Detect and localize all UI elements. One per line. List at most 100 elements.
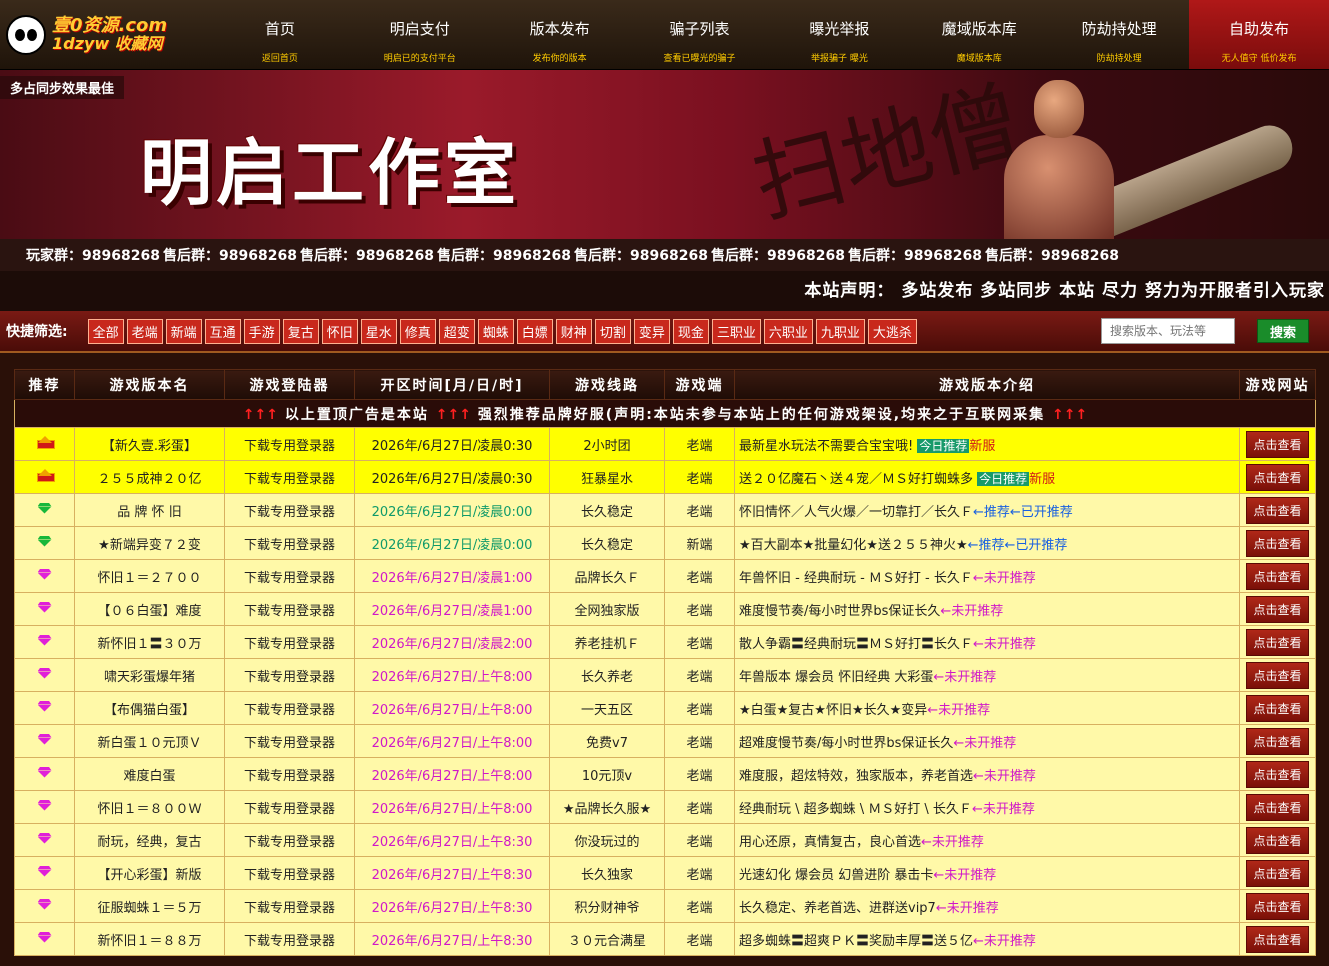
column-header: 开区时间[月/日/时] — [354, 369, 550, 400]
view-site-button[interactable]: 点击查看 — [1246, 892, 1309, 920]
launcher-link[interactable]: 下载专用登录器 — [224, 559, 355, 593]
game-line: 全网独家版 — [549, 592, 665, 626]
column-header: 推荐 — [14, 369, 75, 400]
intro-text: 超多蜘蛛〓超爽ＰＫ〓奖励丰厚〓送５亿 — [739, 933, 974, 949]
filter-chip[interactable]: 九职业 — [815, 318, 865, 344]
recommend-cell — [14, 757, 75, 791]
filter-chip[interactable]: 全部 — [87, 318, 124, 344]
server-table: 推荐 游戏版本名 游戏登陆器 开区时间[月/日/时] 游戏线路 游戏端 游戏版本介绍 游戏网站… — [14, 369, 1316, 956]
game-name: ２５５成神２０亿 — [74, 460, 225, 494]
filter-chip[interactable]: 三职业 — [711, 318, 761, 344]
filter-chip[interactable]: 蜘蛛 — [477, 318, 514, 344]
filter-chip[interactable]: 手游 — [243, 318, 280, 344]
banner-calligraphy: 扫地僧 — [743, 70, 1031, 237]
nav-item-7[interactable]: 自助发布 无人值守 低价发布 — [1189, 0, 1329, 69]
filter-chip[interactable]: 超变 — [438, 318, 475, 344]
filter-chip[interactable]: 老端 — [126, 318, 163, 344]
view-site-button[interactable]: 点击查看 — [1246, 793, 1309, 821]
launcher-link[interactable]: 下载专用登录器 — [224, 658, 355, 692]
game-name: 新怀旧１＝８８万 — [74, 922, 225, 956]
view-site-button[interactable]: 点击查看 — [1246, 496, 1309, 524]
table-row: 【布偶猫白蛋】 下载专用登录器 2026年/6月27日/上午8:00 一天五区 老端 ★白… — [14, 691, 1316, 725]
nav-item-0[interactable]: 首页 返回首页 — [210, 0, 350, 69]
filter-chip[interactable]: 复古 — [282, 318, 319, 344]
view-site-button[interactable]: 点击查看 — [1246, 430, 1309, 458]
launcher-link[interactable]: 下载专用登录器 — [224, 922, 355, 956]
launcher-link[interactable]: 下载专用登录器 — [224, 757, 355, 791]
website-cell: 点击查看 — [1239, 658, 1316, 692]
nav-item-subtitle: 返回首页 — [261, 54, 298, 64]
recommend-status: ←未开推荐 — [927, 702, 991, 718]
view-site-button[interactable]: 点击查看 — [1246, 562, 1309, 590]
launcher-link[interactable]: 下载专用登录器 — [224, 823, 355, 857]
view-site-button[interactable]: 点击查看 — [1246, 826, 1309, 854]
view-site-button[interactable]: 点击查看 — [1246, 925, 1309, 953]
filter-chip[interactable]: 现金 — [672, 318, 709, 344]
launcher-link[interactable]: 下载专用登录器 — [224, 460, 355, 494]
table-row: 征服蜘蛛１＝５万 下载专用登录器 2026年/6月27日/上午8:30 积分财神爷 老端… — [14, 889, 1316, 923]
view-site-button[interactable]: 点击查看 — [1246, 463, 1309, 491]
game-line: 长久独家 — [549, 856, 665, 890]
launcher-link[interactable]: 下载专用登录器 — [224, 427, 355, 461]
diamond-icon — [38, 602, 52, 613]
view-site-button[interactable]: 点击查看 — [1246, 694, 1309, 722]
banner-title: 明启工作室 — [140, 130, 521, 215]
launcher-link[interactable]: 下载专用登录器 — [224, 889, 355, 923]
game-line: 一天五区 — [549, 691, 665, 725]
nav-item-3[interactable]: 骗子列表 查看已曝光的骗子 — [630, 0, 770, 69]
launcher-link[interactable]: 下载专用登录器 — [224, 724, 355, 758]
column-header: 游戏网站 — [1239, 369, 1316, 400]
game-intro: 送２０亿魔石丶送４宠／ＭＳ好打蜘蛛多 今日推荐 新服 — [734, 460, 1240, 494]
game-line: 你没玩过的 — [549, 823, 665, 857]
filter-chip[interactable]: 大逃杀 — [867, 318, 917, 344]
game-name: ★新端异变７２变 — [74, 526, 225, 560]
filter-chip[interactable]: 怀旧 — [321, 318, 358, 344]
filter-chip[interactable]: 白嫖 — [516, 318, 553, 344]
recommend-status: ←未开推荐 — [940, 603, 1004, 619]
launcher-link[interactable]: 下载专用登录器 — [224, 856, 355, 890]
launcher-link[interactable]: 下载专用登录器 — [224, 592, 355, 626]
open-time: 2026年/6月27日/上午8:30 — [354, 889, 550, 923]
open-time: 2026年/6月27日/凌晨0:00 — [354, 526, 550, 560]
nav-item-subtitle: 魔域版本库 — [956, 54, 1002, 64]
nav-item-2[interactable]: 版本发布 发布你的版本 — [490, 0, 630, 69]
view-site-button[interactable]: 点击查看 — [1246, 760, 1309, 788]
filter-chip[interactable]: 切割 — [594, 318, 631, 344]
filter-chip[interactable]: 新端 — [165, 318, 202, 344]
search-button[interactable]: 搜索 — [1257, 319, 1309, 343]
view-site-button[interactable]: 点击查看 — [1246, 661, 1309, 689]
view-site-button[interactable]: 点击查看 — [1246, 859, 1309, 887]
launcher-link[interactable]: 下载专用登录器 — [224, 493, 355, 527]
notice-arrows-3: ↑↑↑ — [1052, 406, 1088, 423]
filter-chip[interactable]: 互通 — [204, 318, 241, 344]
filter-chip[interactable]: 星水 — [360, 318, 397, 344]
website-cell: 点击查看 — [1239, 625, 1316, 659]
launcher-link[interactable]: 下载专用登录器 — [224, 526, 355, 560]
recommend-cell — [14, 460, 75, 494]
intro-text: ★百大副本★批量幻化★送２５５神火★ — [739, 537, 968, 553]
launcher-link[interactable]: 下载专用登录器 — [224, 625, 355, 659]
search-input[interactable] — [1101, 318, 1235, 344]
website-cell: 点击查看 — [1239, 823, 1316, 857]
recommend-cell — [14, 625, 75, 659]
view-site-button[interactable]: 点击查看 — [1246, 727, 1309, 755]
nav-item-4[interactable]: 曝光举报 举报骗子 曝光 — [770, 0, 910, 69]
nav-item-1[interactable]: 明启支付 明启已的支付平台 — [350, 0, 490, 69]
open-time: 2026年/6月27日/上午8:00 — [354, 724, 550, 758]
filter-chip[interactable]: 财神 — [555, 318, 592, 344]
recommend-cell — [14, 823, 75, 857]
nav-item-5[interactable]: 魔域版本库 魔域版本库 — [909, 0, 1049, 69]
view-site-button[interactable]: 点击查看 — [1246, 529, 1309, 557]
recommend-cell — [14, 592, 75, 626]
filter-chip[interactable]: 修真 — [399, 318, 436, 344]
launcher-link[interactable]: 下载专用登录器 — [224, 790, 355, 824]
filter-chip[interactable]: 六职业 — [763, 318, 813, 344]
table-row: 【开心彩蛋】新版 下载专用登录器 2026年/6月27日/上午8:30 长久独家 老端光… — [14, 856, 1316, 890]
launcher-link[interactable]: 下载专用登录器 — [224, 691, 355, 725]
site-logo[interactable]: 壹0资源.com 1dzyw 收藏网 — [0, 0, 210, 69]
recommend-status: ←未开推荐 — [933, 669, 997, 685]
view-site-button[interactable]: 点击查看 — [1246, 628, 1309, 656]
nav-item-6[interactable]: 防劫持处理 防劫持处理 — [1049, 0, 1189, 69]
filter-chip[interactable]: 变异 — [633, 318, 670, 344]
view-site-button[interactable]: 点击查看 — [1246, 595, 1309, 623]
